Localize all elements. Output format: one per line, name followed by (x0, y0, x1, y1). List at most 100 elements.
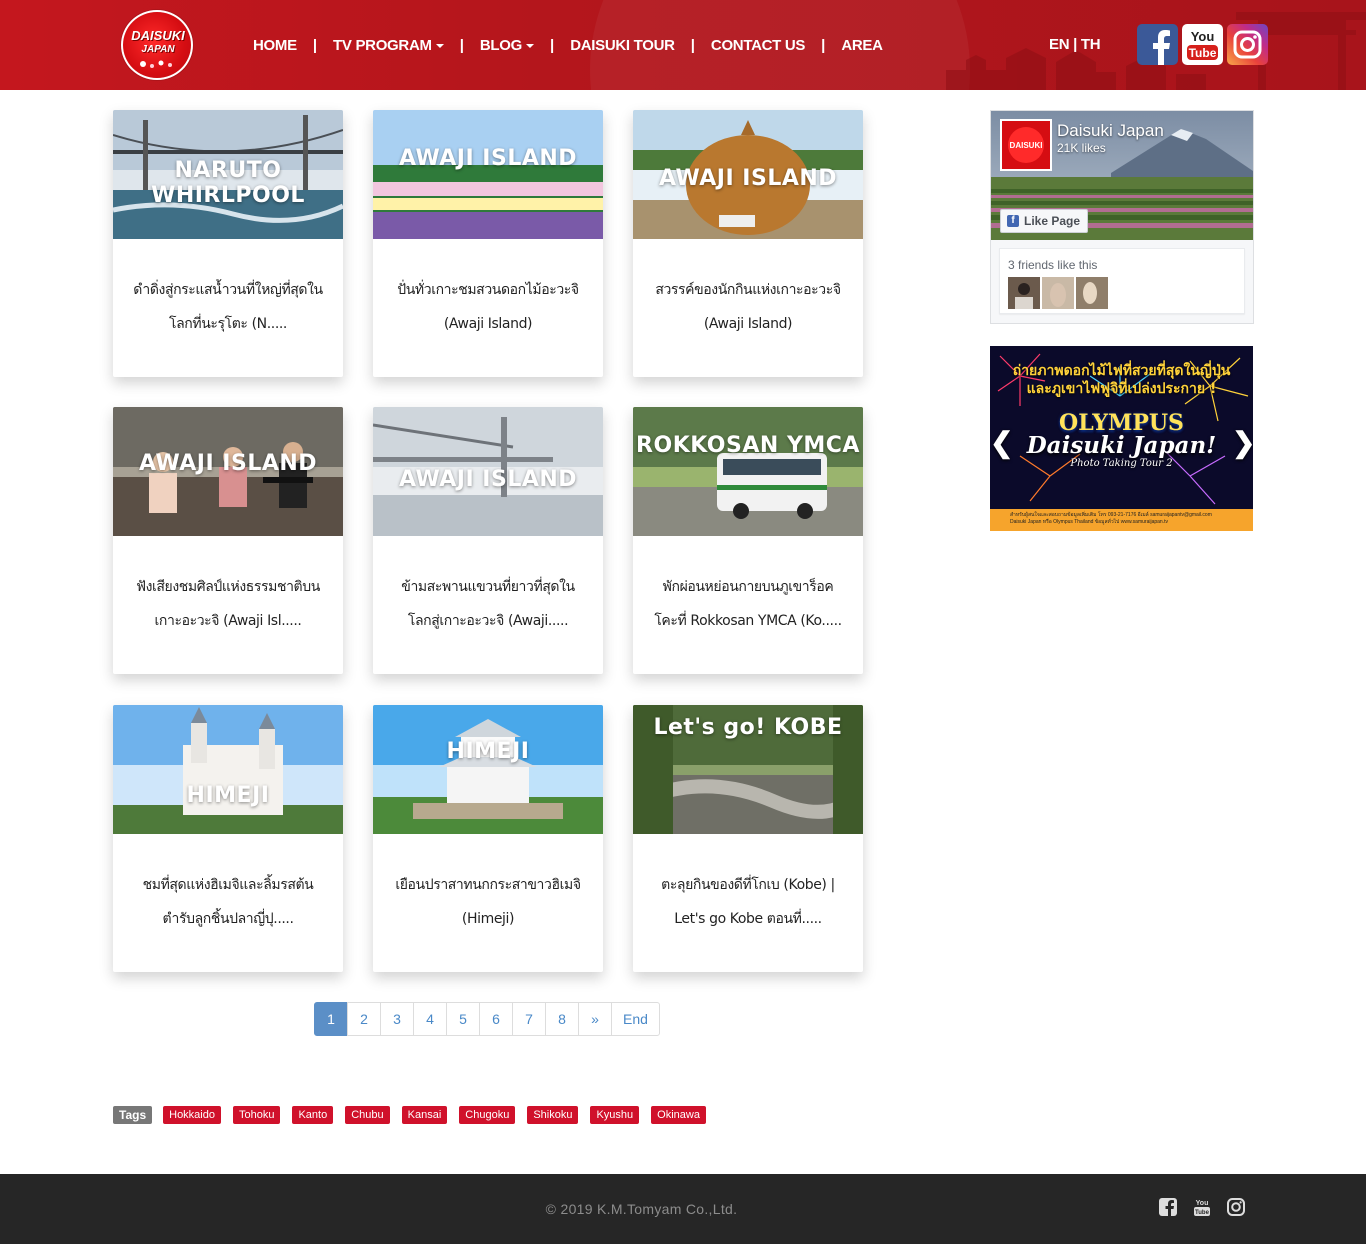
nav-area[interactable]: AREA (841, 37, 883, 54)
article-title-line2: (Awaji Island) (703, 316, 793, 332)
facebook-like-page-button[interactable]: f Like Page (1000, 209, 1088, 233)
article-title[interactable]: สวรรค์ของนักกินแห่งเกาะอะวะจิ (Awaji Isl… (651, 273, 845, 341)
article-card[interactable]: AWAJI ISLAND สวรรค์ของนักกินแห่งเกาะอะวะ… (633, 110, 863, 377)
thumbnail-image (633, 407, 863, 536)
nav-home-label: HOME (253, 36, 297, 54)
carousel-prev-chevron-icon[interactable]: ❮ (990, 426, 1013, 459)
article-title-line1: ปั่นทั่วเกาะชมสวนดอกไม้อะวะจิ (397, 282, 579, 298)
friend-avatar[interactable] (1076, 277, 1108, 309)
facebook-page-name[interactable]: Daisuki Japan (1057, 121, 1164, 141)
article-title-line1: เยือนปราสาทนกกระสาขาวฮิเมจิ (395, 877, 581, 893)
footer-facebook-icon[interactable] (1158, 1197, 1178, 1217)
pagination-end[interactable]: End (611, 1002, 660, 1036)
banner-title: Daisuki Japan! (1026, 432, 1217, 459)
article-title-line2: (Himeji) (461, 911, 515, 927)
nav-separator: | (459, 36, 464, 54)
article-title-line1: ฟังเสียงชมศิลป์แห่งธรรมชาติบน (136, 579, 320, 595)
friend-avatar[interactable] (1008, 277, 1040, 309)
pagination-page[interactable]: 4 (413, 1002, 447, 1036)
article-title[interactable]: พักผ่อนหย่อนกายบนภูเขาร็อค โคะที่ Rokkos… (651, 570, 845, 638)
article-card[interactable]: AWAJI ISLAND ปั่นทั่วเกาะชมสวนดอกไม้อะวะ… (373, 110, 603, 377)
pagination-page[interactable]: 5 (446, 1002, 480, 1036)
tag-chubu[interactable]: Chubu (345, 1106, 390, 1124)
article-title-line1: ดำดิ่งสู่กระแสน้ำวนที่ใหญ่ที่สุดใน (133, 282, 323, 298)
pagination-page[interactable]: 1 (314, 1002, 348, 1036)
banner-headline-line1: ถ่ายภาพดอกไม้ไฟที่สวยที่สุดในญี่ปุ่น (1012, 363, 1231, 379)
tag-hokkaido[interactable]: Hokkaido (163, 1106, 221, 1124)
banner-footer-line2: Daisuki Japan หรือ Olympus Thailand ข้อม… (1010, 519, 1168, 525)
article-title-line2: โลกสู่เกาะอะวะจิ (Awaji..... (407, 613, 569, 629)
nav-separator: | (690, 36, 695, 54)
facebook-page-widget[interactable]: DAISUKI Daisuki Japan 21K likes f Like P… (990, 110, 1254, 324)
tag-kansai[interactable]: Kansai (401, 1106, 448, 1124)
article-card[interactable]: NARUTO WHIRLPOOL ดำดิ่งสู่กระแสน้ำวนที่ใ… (113, 110, 343, 377)
article-card[interactable]: Let's go! KOBE ตะลุยกินของดีที่โกเบ (Kob… (633, 705, 863, 972)
pagination-page[interactable]: 8 (545, 1002, 579, 1036)
footer-youtube-icon[interactable]: You Tube (1192, 1197, 1212, 1217)
tag-okinawa[interactable]: Okinawa (651, 1106, 706, 1124)
nav-home[interactable]: HOME (253, 37, 297, 54)
olympus-tour-banner[interactable]: ถ่ายภาพดอกไม้ไฟที่สวยที่สุดในญี่ปุ่น และ… (990, 346, 1253, 531)
article-thumbnail[interactable]: HIMEJI (113, 705, 343, 834)
nav-blog[interactable]: BLOG (479, 36, 535, 54)
pagination-page[interactable]: 2 (347, 1002, 381, 1036)
nav-tv-program[interactable]: TV PROGRAM (333, 37, 444, 54)
article-thumbnail[interactable]: NARUTO WHIRLPOOL (113, 110, 343, 239)
thumbnail-overlay-text: HIMEJI (186, 783, 270, 808)
article-title-line1: พักผ่อนหย่อนกายบนภูเขาร็อค (662, 579, 834, 595)
language-switcher[interactable]: EN | TH (1049, 36, 1101, 53)
article-title[interactable]: ตะลุยกินของดีที่โกเบ (Kobe) | Let's go K… (651, 868, 845, 936)
article-title[interactable]: ดำดิ่งสู่กระแสน้ำวนที่ใหญ่ที่สุดใน โลกที… (131, 273, 325, 341)
facebook-icon[interactable] (1137, 24, 1178, 65)
tag-kanto[interactable]: Kanto (292, 1106, 334, 1124)
daisuki-japan-logo[interactable]: DAISUKI JAPAN (121, 10, 193, 80)
pagination-page[interactable]: 3 (380, 1002, 414, 1036)
youtube-tube-text: Tube (1189, 46, 1217, 60)
pagination-page[interactable]: 6 (479, 1002, 513, 1036)
article-title-line2: (Awaji Island) (443, 316, 533, 332)
friend-avatar[interactable] (1042, 277, 1074, 309)
article-title[interactable]: ชมที่สุดแห่งฮิเมจิและลิ้มรสต้น ตำรับลูกช… (131, 868, 325, 936)
nav-daisuki-tour[interactable]: DAISUKI TOUR (570, 37, 675, 54)
article-title[interactable]: ฟังเสียงชมศิลป์แห่งธรรมชาติบน เกาะอะวะจิ… (131, 570, 325, 638)
footer-instagram-icon[interactable] (1226, 1197, 1246, 1217)
thumbnail-image (373, 110, 603, 239)
carousel-next-chevron-icon[interactable]: ❯ (1232, 426, 1253, 459)
article-title-line1: ชมที่สุดแห่งฮิเมจิและลิ้มรสต้น (142, 877, 314, 893)
banner-headline: ถ่ายภาพดอกไม้ไฟที่สวยที่สุดในญี่ปุ่น และ… (990, 362, 1253, 398)
tag-kyushu[interactable]: Kyushu (590, 1106, 640, 1124)
article-thumbnail[interactable]: ROKKOSAN YMCA (633, 407, 863, 536)
nav-tv-program-label: TV PROGRAM (333, 36, 432, 54)
tag-tohoku[interactable]: Tohoku (232, 1106, 281, 1124)
article-title[interactable]: เยือนปราสาทนกกระสาขาวฮิเมจิ (Himeji) (391, 868, 585, 936)
article-card[interactable]: AWAJI ISLAND ฟังเสียงชมศิลป์แห่งธรรมชาติ… (113, 407, 343, 674)
article-card[interactable]: HIMEJI ชมที่สุดแห่งฮิเมจิและลิ้มรสต้น ตำ… (113, 705, 343, 972)
pagination-page[interactable]: 7 (512, 1002, 546, 1036)
tag-list: Tags Hokkaido Tohoku Kanto Chubu Kansai Chugo… (113, 1106, 718, 1124)
article-card[interactable]: HIMEJI เยือนปราสาทนกกระสาขาวฮิเมจิ (Hime… (373, 705, 603, 972)
thumbnail-image (113, 705, 343, 834)
nav-blog-label: BLOG (479, 36, 523, 54)
thumbnail-overlay-text: AWAJI ISLAND (398, 467, 578, 492)
tag-shikoku[interactable]: Shikoku (527, 1106, 579, 1124)
article-thumbnail[interactable]: HIMEJI (373, 705, 603, 834)
article-title[interactable]: ข้ามสะพานแขวนที่ยาวที่สุดใน โลกสู่เกาะอะ… (391, 570, 585, 638)
article-title[interactable]: ปั่นทั่วเกาะชมสวนดอกไม้อะวะจิ (Awaji Isl… (391, 273, 585, 341)
article-thumbnail[interactable]: AWAJI ISLAND (373, 110, 603, 239)
article-thumbnail[interactable]: AWAJI ISLAND (633, 110, 863, 239)
pagination-next[interactable]: » (578, 1002, 612, 1036)
article-thumbnail[interactable]: Let's go! KOBE (633, 705, 863, 834)
youtube-icon[interactable]: You Tube (1182, 24, 1223, 65)
caret-down-icon (526, 43, 535, 48)
nav-contact-us[interactable]: CONTACT US (711, 37, 806, 54)
tag-chugoku[interactable]: Chugoku (459, 1106, 516, 1124)
instagram-icon[interactable] (1227, 24, 1268, 65)
article-card[interactable]: AWAJI ISLAND ข้ามสะพานแขวนที่ยาวที่สุดใน… (373, 407, 603, 674)
thumbnail-image (373, 705, 603, 834)
article-thumbnail[interactable]: AWAJI ISLAND (113, 407, 343, 536)
article-card[interactable]: ROKKOSAN YMCA พักผ่อนหย่อนกายบนภูเขาร็อค… (633, 407, 863, 674)
article-title-line2: เกาะอะวะจิ (Awaji Isl..... (154, 613, 302, 629)
main-nav: HOME | TV PROGRAM | BLOG | DAISUKI TOUR … (253, 35, 883, 55)
article-thumbnail[interactable]: AWAJI ISLAND (373, 407, 603, 536)
thumbnail-overlay-text: AWAJI ISLAND (658, 166, 838, 191)
